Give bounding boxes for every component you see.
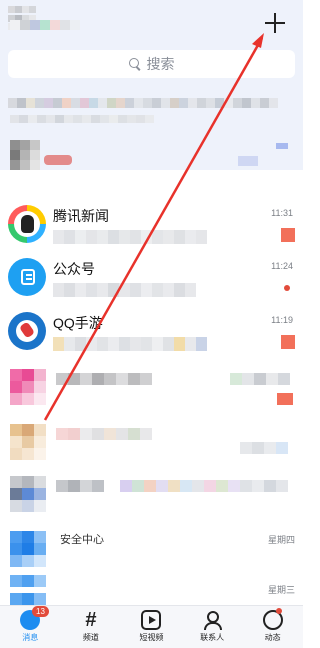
- avatar: [10, 369, 46, 405]
- search-input[interactable]: 搜索: [8, 50, 295, 78]
- chat-badge: [277, 393, 293, 405]
- chat-preview: [53, 337, 207, 351]
- chat-time: 星期三: [267, 585, 295, 595]
- tab-bar: 13 消息 # 频道 短视频 联系人 动态: [0, 605, 303, 648]
- pinned-avatar[interactable]: [10, 140, 40, 170]
- tencent-news-icon: [8, 205, 46, 243]
- chat-name-blur: [56, 428, 152, 440]
- video-icon: [141, 610, 162, 630]
- chat-preview-blur: [120, 480, 252, 492]
- chat-row-tencent-news[interactable]: 腾讯新闻 11:31: [0, 200, 303, 254]
- chat-badge: [281, 228, 295, 242]
- chat-name-blur: [56, 373, 152, 385]
- chat-name: QQ手游: [53, 315, 103, 331]
- avatar: [10, 424, 46, 460]
- plus-icon[interactable]: [264, 12, 286, 34]
- qq-mobile-games-icon: [8, 312, 46, 350]
- tab-moments[interactable]: 动态: [242, 606, 303, 648]
- chat-time-blur: [240, 442, 288, 454]
- chat-row-blurred[interactable]: [0, 470, 303, 520]
- chat-name: 安全中心: [60, 534, 104, 546]
- chat-preview: [53, 230, 207, 244]
- avatar: [10, 476, 46, 512]
- chat-name: 腾讯新闻: [53, 208, 109, 224]
- chat-row-blurred[interactable]: [0, 363, 303, 413]
- chat-time-blur: [230, 373, 290, 385]
- tab-messages[interactable]: 13 消息: [0, 606, 61, 648]
- tab-label: 联系人: [200, 633, 225, 642]
- chat-preview: [53, 283, 196, 297]
- profile-name: [10, 20, 80, 30]
- chat-name: 公众号: [53, 261, 95, 277]
- tab-channels[interactable]: # 频道: [61, 606, 122, 648]
- unread-badge: 13: [32, 606, 49, 617]
- public-account-icon: [8, 258, 46, 296]
- chat-name-blur: [56, 480, 104, 492]
- chat-badge: [281, 335, 295, 349]
- chat-row-security-center[interactable]: 安全中心 星期四: [0, 525, 303, 575]
- search-icon: [128, 58, 141, 70]
- chat-time: 11:31: [271, 208, 293, 218]
- avatar: [10, 531, 46, 567]
- chat-time-blur: [240, 480, 288, 492]
- search-placeholder: 搜索: [146, 56, 175, 72]
- chat-row-blurred[interactable]: [0, 418, 303, 468]
- pinned-preview-2: [10, 115, 154, 123]
- tab-label: 动态: [264, 633, 281, 642]
- pinned-preview: [8, 98, 278, 108]
- tab-label: 短视频: [139, 633, 164, 642]
- chat-row-qq-games[interactable]: QQ手游 11:19: [0, 307, 303, 361]
- tab-label: 消息: [22, 633, 39, 642]
- unread-dot: [284, 285, 290, 291]
- chat-time: 11:19: [271, 315, 293, 325]
- unread-dot: [276, 608, 283, 614]
- pinned-mark-2: [238, 156, 258, 166]
- tab-contacts[interactable]: 联系人: [182, 606, 243, 648]
- chat-time: 星期四: [267, 535, 295, 545]
- pinned-name-blur: [44, 155, 72, 165]
- pinned-mark: [276, 143, 288, 149]
- contacts-icon: [202, 610, 223, 630]
- chat-row-public-account[interactable]: 公众号 11:24: [0, 253, 303, 307]
- tab-short-video[interactable]: 短视频: [121, 606, 182, 648]
- channel-icon: #: [85, 609, 97, 631]
- tab-label: 频道: [82, 633, 99, 642]
- chat-time: 11:24: [271, 261, 293, 271]
